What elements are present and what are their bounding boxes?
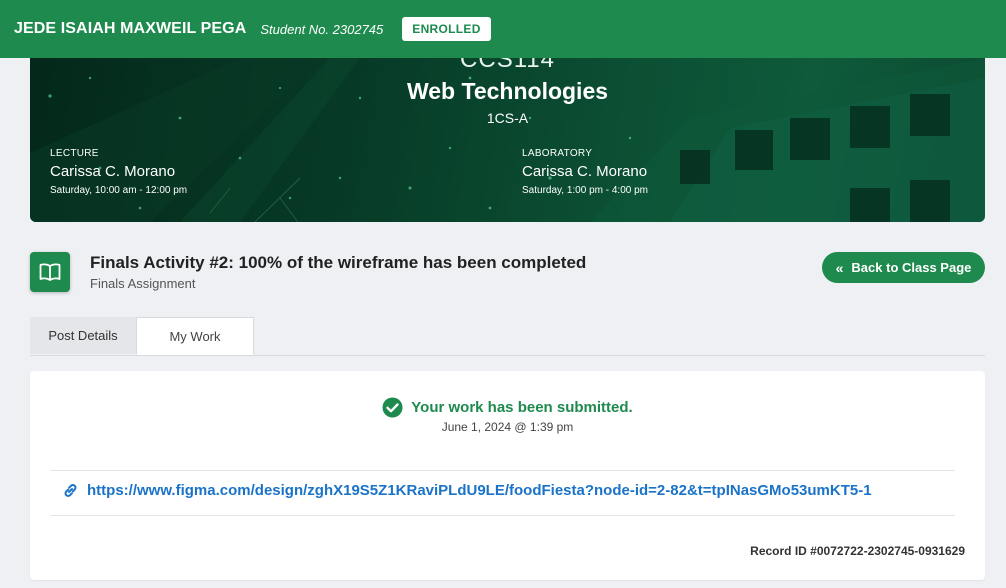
student-name: JEDE ISAIAH MAXWEIL PEGA bbox=[14, 20, 247, 37]
lecture-time: Saturday, 10:00 am - 12:00 pm bbox=[50, 185, 188, 196]
check-circle-icon bbox=[382, 397, 403, 418]
back-to-class-button[interactable]: « Back to Class Page bbox=[822, 252, 985, 283]
submission-status-text: Your work has been submitted. bbox=[411, 399, 633, 416]
status-badge: ENROLLED bbox=[402, 17, 491, 41]
divider bbox=[50, 515, 955, 516]
submitted-link-url[interactable]: https://www.figma.com/design/zghX19S5Z1K… bbox=[87, 482, 872, 499]
work-tabs: Post Details My Work bbox=[30, 317, 985, 356]
lecture-instructor: Carissa C. Morano bbox=[50, 163, 176, 180]
laboratory-schedule: LABORATORY Carissa C. Morano Saturday, 1… bbox=[522, 148, 648, 196]
course-code: CCS114 bbox=[460, 58, 555, 73]
submission-date: June 1, 2024 @ 1:39 pm bbox=[441, 420, 574, 434]
submission-card: Your work has been submitted. June 1, 20… bbox=[30, 371, 985, 580]
submitted-link[interactable]: https://www.figma.com/design/zghX19S5Z1K… bbox=[62, 482, 872, 499]
book-open-icon bbox=[30, 252, 70, 292]
laboratory-time: Saturday, 1:00 pm - 4:00 pm bbox=[522, 185, 648, 196]
course-section: 1CS-A bbox=[486, 110, 529, 126]
assignment-title: Finals Activity #2: 100% of the wirefram… bbox=[90, 253, 587, 272]
link-icon bbox=[64, 484, 77, 497]
tab-my-work[interactable]: My Work bbox=[136, 317, 254, 355]
laboratory-instructor: Carissa C. Morano bbox=[522, 163, 648, 180]
submission-status: Your work has been submitted. bbox=[30, 397, 985, 418]
course-banner: CCS114 Web Technologies 1CS-A LECTURE Ca… bbox=[30, 58, 985, 222]
divider bbox=[50, 470, 955, 471]
top-bar: JEDE ISAIAH MAXWEIL PEGA Student No. 230… bbox=[0, 0, 1006, 58]
assignment-type: Finals Assignment bbox=[90, 276, 196, 291]
tab-post-details[interactable]: Post Details bbox=[30, 317, 136, 354]
record-id: Record ID #0072722-2302745-0931629 bbox=[750, 544, 965, 558]
course-title: Web Technologies bbox=[406, 78, 609, 104]
double-chevron-left-icon: « bbox=[835, 259, 844, 276]
back-to-class-label: Back to Class Page bbox=[851, 260, 972, 275]
laboratory-label: LABORATORY bbox=[522, 148, 593, 159]
lecture-label: LECTURE bbox=[50, 148, 99, 159]
student-number: Student No. 2302745 bbox=[260, 21, 384, 37]
lecture-schedule: LECTURE Carissa C. Morano Saturday, 10:0… bbox=[50, 148, 187, 196]
